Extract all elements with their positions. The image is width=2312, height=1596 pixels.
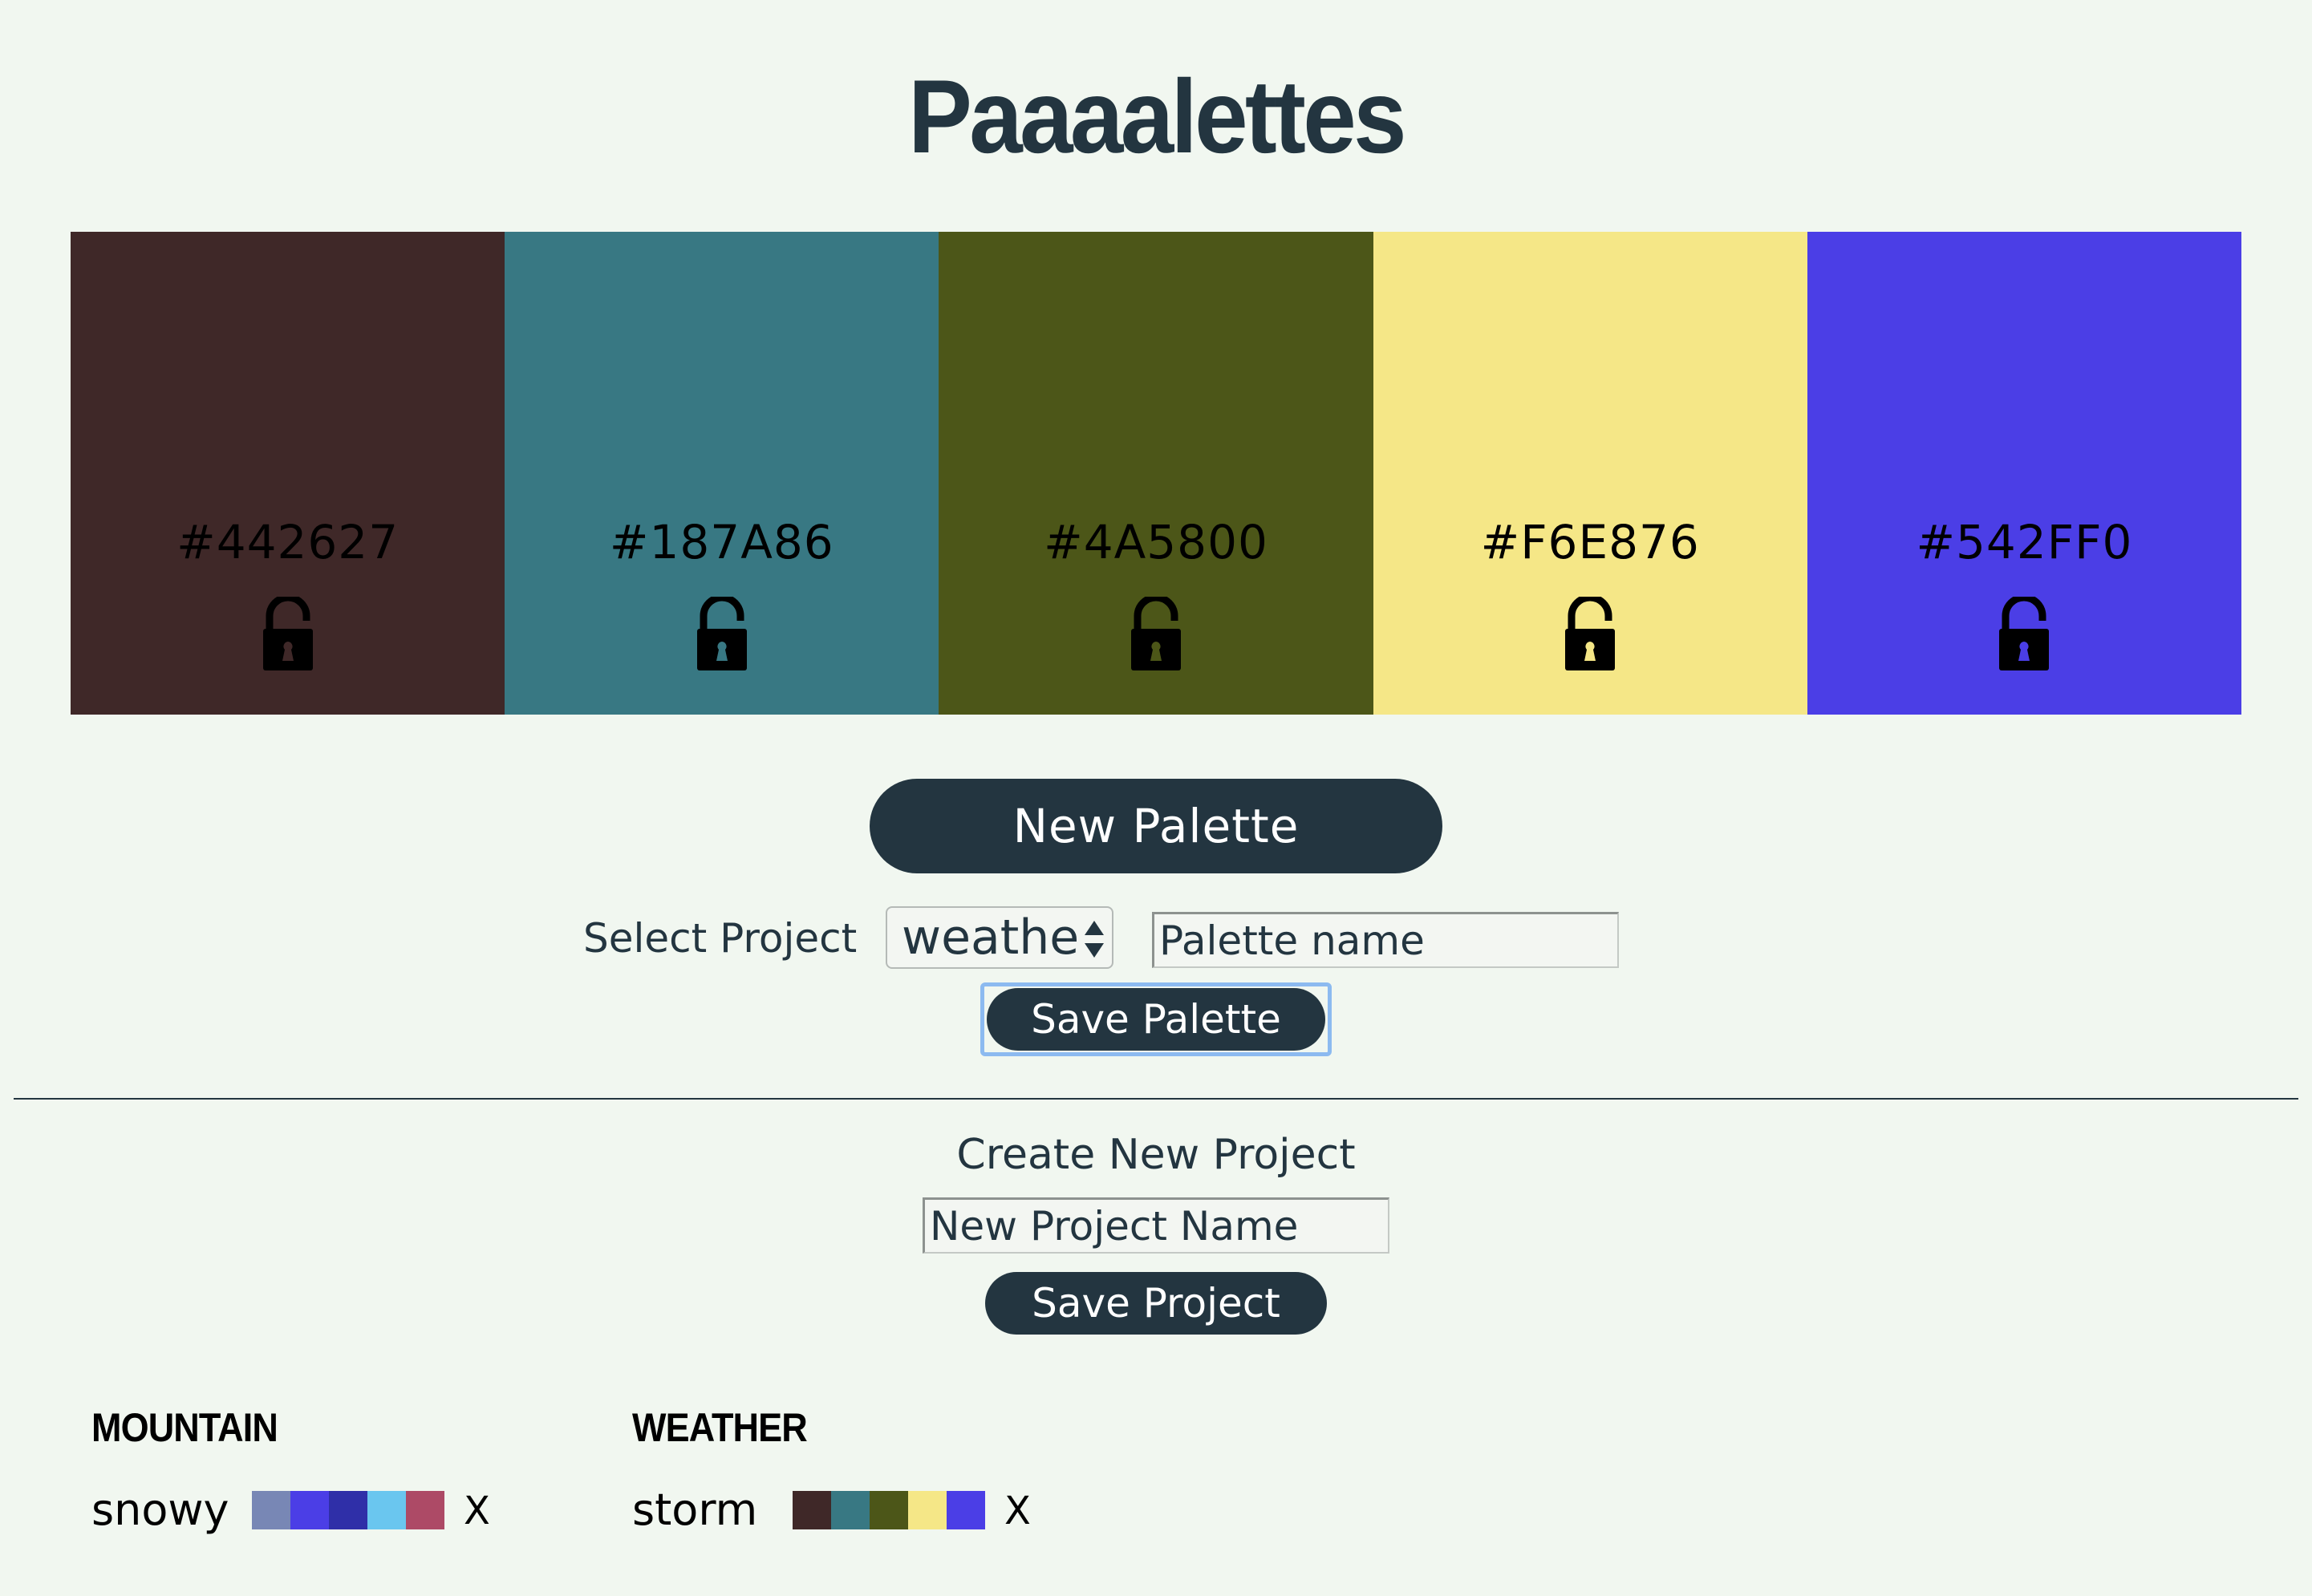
mini-swatch <box>367 1491 406 1529</box>
mini-swatch <box>793 1491 831 1529</box>
mini-swatch <box>252 1491 290 1529</box>
mini-swatch <box>406 1491 444 1529</box>
mini-swatch <box>947 1491 985 1529</box>
mini-swatch <box>290 1491 329 1529</box>
saved-palette-swatches[interactable] <box>793 1491 985 1529</box>
hex-code-label: #F6E876 <box>1480 515 1700 569</box>
project-mountain: MOUNTAIN snowy X <box>91 1404 490 1535</box>
unlocked-padlock-icon[interactable] <box>1130 597 1182 670</box>
project-name: MOUNTAIN <box>91 1405 278 1450</box>
save-palette-button[interactable]: Save Palette <box>987 988 1325 1051</box>
select-arrows-icon <box>1085 921 1104 958</box>
unlocked-padlock-icon[interactable] <box>262 597 314 670</box>
new-palette-button[interactable]: New Palette <box>870 779 1442 873</box>
unlocked-padlock-icon[interactable] <box>1564 597 1616 670</box>
create-project-label: Create New Project <box>956 1131 1356 1179</box>
color-swatch: #F6E876 <box>1373 232 1807 715</box>
project-weather: WEATHER storm X <box>632 1404 1031 1535</box>
project-select-value: weather <box>902 911 1078 964</box>
new-project-name-input[interactable] <box>923 1197 1389 1254</box>
unlocked-padlock-icon[interactable] <box>1998 597 2050 670</box>
mini-swatch <box>870 1491 908 1529</box>
palette-name-input[interactable] <box>1152 912 1619 968</box>
select-project-label: Select Project <box>583 915 858 962</box>
project-select[interactable]: weather <box>886 906 1113 969</box>
saved-palette-name[interactable]: snowy <box>91 1484 229 1537</box>
hex-code-label: #4A5800 <box>1044 515 1268 569</box>
color-swatch: #542FF0 <box>1807 232 2242 715</box>
saved-palette-swatches[interactable] <box>252 1491 444 1529</box>
section-divider <box>14 1098 2298 1100</box>
delete-palette-button[interactable]: X <box>1004 1487 1031 1535</box>
saved-palette-name[interactable]: storm <box>632 1484 757 1537</box>
color-swatch: #442627 <box>71 232 505 715</box>
save-project-button[interactable]: Save Project <box>985 1272 1327 1335</box>
mini-swatch <box>329 1491 367 1529</box>
mini-swatch <box>831 1491 870 1529</box>
delete-palette-button[interactable]: X <box>464 1487 490 1535</box>
mini-swatch <box>908 1491 947 1529</box>
project-name: WEATHER <box>632 1405 808 1450</box>
color-swatch: #4A5800 <box>939 232 1373 715</box>
color-swatch: #187A86 <box>505 232 939 715</box>
app-title: Paaaalettes <box>908 58 1406 175</box>
hex-code-label: #542FF0 <box>1916 515 2133 569</box>
unlocked-padlock-icon[interactable] <box>696 597 748 670</box>
hex-code-label: #442627 <box>176 515 400 569</box>
palette-display: #442627 #187A86 #4A5800 #F6E876 #542FF0 <box>71 232 2242 715</box>
hex-code-label: #187A86 <box>609 515 834 569</box>
